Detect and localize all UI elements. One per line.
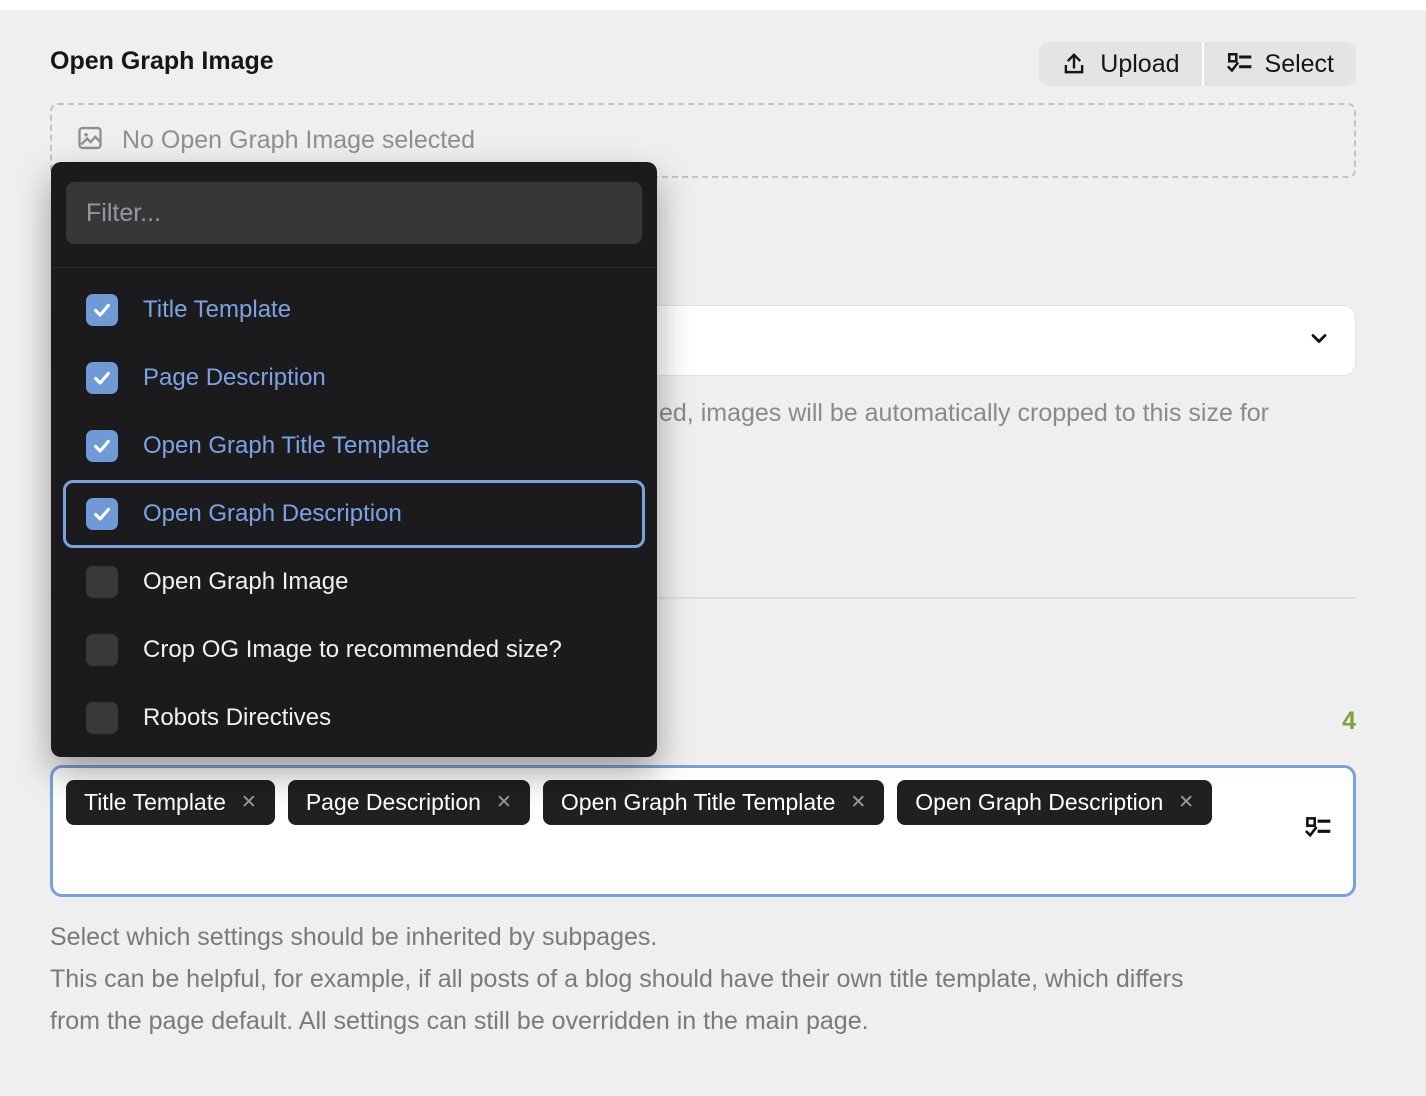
tag-label: Page Description [306, 789, 481, 816]
checkbox-unchecked-icon[interactable] [86, 634, 118, 666]
tag-og-title-template: Open Graph Title Template ✕ [543, 780, 884, 825]
option-og-title-template[interactable]: Open Graph Title Template [63, 412, 645, 480]
checklist-icon [1226, 51, 1252, 77]
tags-wrap: Title Template ✕ Page Description ✕ Open… [66, 780, 1283, 825]
inherit-options-dropdown: Title Template Page Description Open Gra… [51, 162, 657, 757]
tag-label: Open Graph Description [915, 789, 1163, 816]
help-text: Select which settings should be inherite… [50, 916, 1183, 1042]
upload-button[interactable]: Upload [1039, 42, 1201, 86]
checklist-icon[interactable] [1304, 815, 1331, 847]
option-label: Title Template [143, 296, 291, 324]
crop-hint-text: ed, images will be automatically cropped… [659, 399, 1269, 428]
select-button[interactable]: Select [1204, 42, 1356, 86]
tag-label: Title Template [84, 789, 226, 816]
option-og-image[interactable]: Open Graph Image [63, 548, 645, 616]
help-line: from the page default. All settings can … [50, 1000, 1183, 1042]
option-label: Robots Directives [143, 704, 331, 732]
checkbox-unchecked-icon[interactable] [86, 566, 118, 598]
checkbox-checked-icon[interactable] [86, 498, 118, 530]
help-line: Select which settings should be inherite… [50, 916, 1183, 958]
option-crop-og-image[interactable]: Crop OG Image to recommended size? [63, 616, 645, 684]
top-strip [0, 0, 1426, 10]
remove-tag-icon[interactable]: ✕ [241, 793, 257, 812]
checkbox-checked-icon[interactable] [86, 294, 118, 326]
remove-tag-icon[interactable]: ✕ [850, 793, 866, 812]
tag-page-description: Page Description ✕ [288, 780, 530, 825]
remove-tag-icon[interactable]: ✕ [496, 793, 512, 812]
filter-wrap [51, 162, 657, 244]
filter-input[interactable] [66, 182, 642, 244]
option-robots-directives[interactable]: Robots Directives [63, 684, 645, 752]
tag-og-description: Open Graph Description ✕ [897, 780, 1212, 825]
selected-count-badge: 4 [1342, 707, 1356, 736]
option-label: Crop OG Image to recommended size? [143, 636, 562, 664]
upload-button-label: Upload [1100, 50, 1179, 79]
asset-toolbar: Upload Select [1039, 42, 1356, 86]
option-label: Page Description [143, 364, 326, 392]
option-label: Open Graph Image [143, 568, 348, 596]
tag-title-template: Title Template ✕ [66, 780, 275, 825]
tag-label: Open Graph Title Template [561, 789, 835, 816]
remove-tag-icon[interactable]: ✕ [1178, 793, 1194, 812]
option-label: Open Graph Description [143, 500, 402, 528]
option-title-template[interactable]: Title Template [63, 276, 645, 344]
help-line: This can be helpful, for example, if all… [50, 958, 1183, 1000]
checkbox-checked-icon[interactable] [86, 362, 118, 394]
options-list: Title Template Page Description Open Gra… [51, 268, 657, 752]
page-title: Open Graph Image [50, 47, 274, 76]
option-og-description[interactable]: Open Graph Description [63, 480, 645, 548]
image-icon [76, 124, 104, 157]
select-button-label: Select [1265, 50, 1334, 79]
asset-placeholder-text: No Open Graph Image selected [122, 126, 475, 155]
page: Open Graph Image Upload Sele [0, 0, 1426, 1096]
checkbox-unchecked-icon[interactable] [86, 702, 118, 734]
upload-icon [1061, 51, 1087, 77]
option-page-description[interactable]: Page Description [63, 344, 645, 412]
option-label: Open Graph Title Template [143, 432, 429, 460]
checkbox-checked-icon[interactable] [86, 430, 118, 462]
inherited-settings-input[interactable]: Title Template ✕ Page Description ✕ Open… [50, 765, 1356, 897]
chevron-down-icon [1307, 326, 1331, 355]
